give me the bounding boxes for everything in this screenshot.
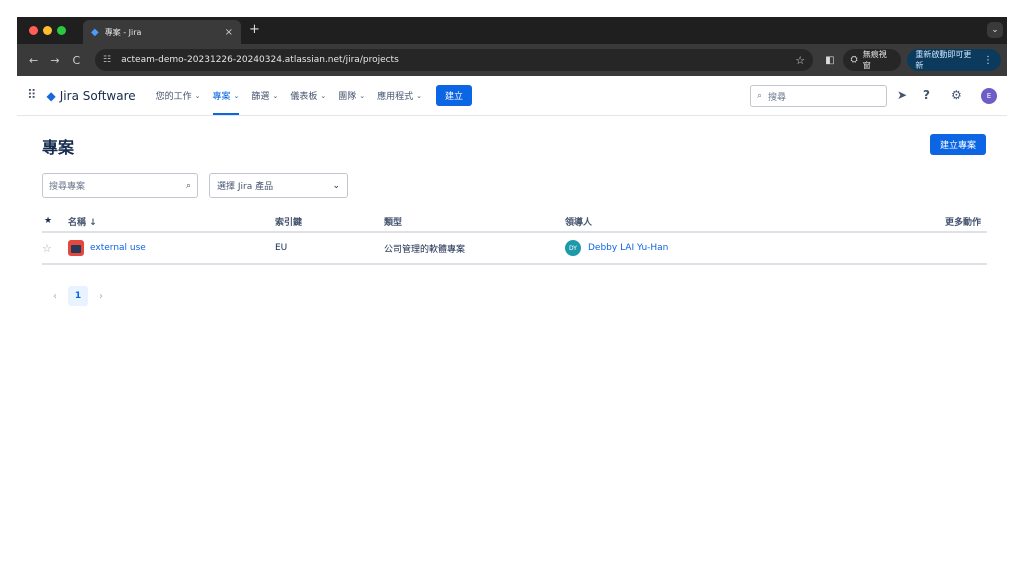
jira-logo-icon[interactable]: ◆	[47, 89, 56, 103]
forward-button[interactable]: →	[44, 54, 65, 67]
page-number-button[interactable]: 1	[68, 286, 88, 306]
create-button[interactable]: 建立	[435, 85, 472, 106]
tab-title: 專案 - Jira	[104, 27, 142, 37]
project-search-input[interactable]: 搜尋專案 ⌕	[42, 173, 198, 198]
type-column-header[interactable]: 類型	[384, 215, 402, 228]
incognito-label: 無痕視窗	[862, 50, 887, 70]
project-search-placeholder: 搜尋專案	[49, 182, 86, 192]
project-avatar-icon	[68, 240, 84, 256]
incognito-icon: ⛭	[850, 55, 858, 65]
project-lead-cell[interactable]: DY Debby LAI Yu-Han	[565, 240, 668, 256]
close-window-button[interactable]	[29, 26, 38, 35]
tab-strip: ◆ 專案 - Jira × + ⌄	[17, 17, 1007, 44]
name-column-header[interactable]: 名稱 ↓	[68, 215, 97, 228]
site-info-icon[interactable]: ☷	[103, 55, 111, 65]
star-toggle-icon[interactable]: ☆	[42, 242, 52, 255]
tab-search-button[interactable]: ⌄	[987, 22, 1003, 38]
url-text: acteam-demo-20231226-20240324.atlassian.…	[121, 55, 399, 65]
nav-item-label: 篩選	[251, 92, 270, 102]
nav-dashboards[interactable]: 儀表板 ⌄	[290, 76, 326, 116]
chevron-down-icon: ⌄	[416, 91, 422, 100]
nav-item-label: 儀表板	[290, 92, 318, 102]
projects-table: ★ 名稱 ↓ 索引鍵 類型 領導人 更多動作 ☆ external use EU…	[42, 211, 987, 265]
browser-window: ◆ 專案 - Jira × + ⌄ ← → C ☷ acteam-demo-20…	[17, 17, 1007, 561]
global-search-input[interactable]: ⌕ 搜尋	[750, 85, 887, 107]
search-icon: ⌕	[185, 180, 191, 191]
pagination: ‹ 1 ›	[46, 286, 110, 306]
page-title: 專案	[42, 138, 75, 157]
lead-avatar: DY	[565, 240, 581, 256]
kebab-menu-icon[interactable]: ⋮	[983, 55, 993, 66]
next-page-icon[interactable]: ›	[92, 291, 110, 302]
product-select-label: 選擇 Jira 產品	[217, 182, 274, 192]
nav-filters[interactable]: 篩選 ⌄	[251, 76, 278, 116]
tab-close-icon[interactable]: ×	[225, 27, 233, 38]
jira-product-select[interactable]: 選擇 Jira 產品 ⌄	[209, 173, 348, 198]
project-name-link[interactable]: external use	[90, 243, 146, 253]
side-panel-icon[interactable]: ◧	[825, 55, 834, 66]
settings-gear-icon[interactable]: ⚙	[951, 88, 962, 102]
lead-column-header[interactable]: 領導人	[565, 215, 592, 228]
project-name-cell[interactable]: external use	[68, 240, 146, 256]
profile-avatar[interactable]: E	[981, 88, 997, 104]
chevron-down-icon: ⌄	[272, 91, 279, 100]
browser-toolbar: ← → C ☷ acteam-demo-20231226-20240324.at…	[17, 44, 1007, 76]
address-bar[interactable]: ☷ acteam-demo-20231226-20240324.atlassia…	[94, 49, 814, 71]
bookmark-star-icon[interactable]: ☆	[795, 54, 805, 67]
project-type: 公司管理的軟體專案	[384, 244, 466, 255]
nav-apps[interactable]: 應用程式 ⌄	[377, 76, 422, 116]
minimize-window-button[interactable]	[43, 26, 52, 35]
nav-teams[interactable]: 團隊 ⌄	[338, 76, 365, 116]
prev-page-icon[interactable]: ‹	[46, 291, 64, 302]
search-icon: ⌕	[757, 91, 763, 101]
table-header: ★ 名稱 ↓ 索引鍵 類型 領導人 更多動作	[42, 211, 987, 233]
key-column-header[interactable]: 索引鍵	[275, 215, 302, 228]
project-key: EU	[275, 243, 288, 253]
lead-name-link[interactable]: Debby LAI Yu-Han	[588, 243, 668, 253]
jira-top-nav: ⠿ ◆ Jira Software 您的工作 ⌄ 專案 ⌄ 篩選 ⌄ 儀表板 ⌄…	[17, 76, 1007, 116]
search-placeholder: 搜尋	[768, 92, 787, 103]
update-button[interactable]: 重新啟動即可更新 ⋮	[907, 49, 1001, 71]
starred-column-header[interactable]: ★	[44, 216, 52, 226]
new-tab-button[interactable]: +	[249, 22, 260, 37]
notifications-icon[interactable]: ➤	[897, 88, 907, 102]
chevron-down-icon: ⌄	[320, 91, 327, 100]
table-row: ☆ external use EU 公司管理的軟體專案 DY Debby LAI…	[42, 233, 987, 265]
incognito-indicator[interactable]: ⛭ 無痕視窗	[842, 49, 902, 71]
nav-your-work[interactable]: 您的工作 ⌄	[156, 76, 201, 116]
jira-favicon-icon: ◆	[91, 26, 99, 38]
help-icon[interactable]: ?	[923, 88, 930, 102]
zoom-window-button[interactable]	[57, 26, 66, 35]
back-button[interactable]: ←	[23, 54, 44, 67]
update-label: 重新啟動即可更新	[915, 50, 972, 70]
nav-item-label: 專案	[212, 92, 231, 102]
jira-logo-text[interactable]: Jira Software	[60, 89, 136, 103]
app-switcher-icon[interactable]: ⠿	[27, 88, 37, 103]
chevron-down-icon: ⌄	[194, 91, 201, 100]
chevron-down-icon: ⌄	[233, 91, 240, 100]
nav-item-label: 應用程式	[377, 92, 414, 102]
chevron-down-icon: ⌄	[359, 91, 366, 100]
chevron-down-icon: ⌄	[332, 180, 340, 191]
create-project-button[interactable]: 建立專案	[929, 134, 986, 155]
actions-column-header: 更多動作	[944, 217, 981, 228]
browser-tab[interactable]: ◆ 專案 - Jira ×	[83, 20, 241, 44]
reload-button[interactable]: C	[66, 54, 87, 67]
nav-item-label: 團隊	[338, 92, 357, 102]
nav-item-label: 您的工作	[155, 92, 192, 102]
nav-projects[interactable]: 專案 ⌄	[212, 76, 240, 116]
